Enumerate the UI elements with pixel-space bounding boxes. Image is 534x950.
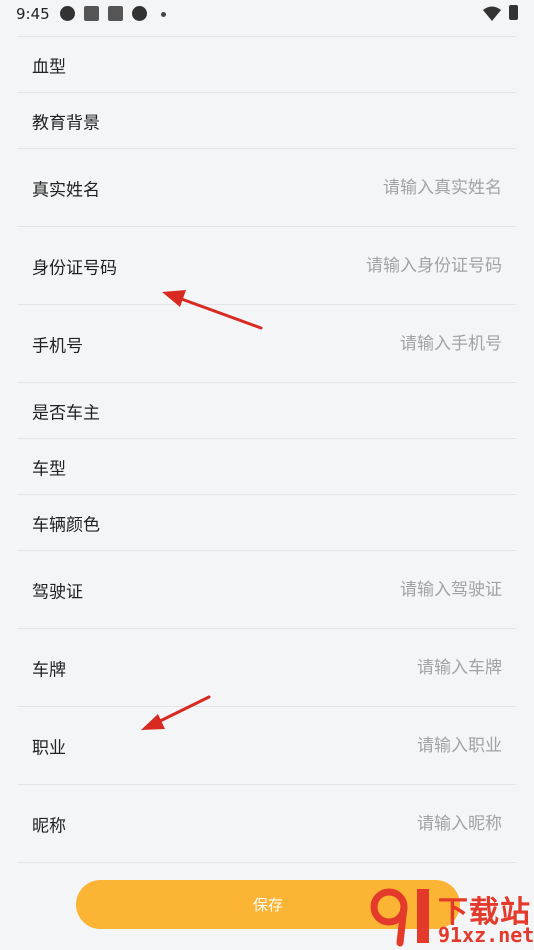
form-row-car-model[interactable]: 车型 bbox=[17, 439, 516, 495]
nickname-input[interactable] bbox=[242, 813, 502, 834]
form-row-real-name: 真实姓名 bbox=[17, 149, 516, 227]
blood-type-label: 血型 bbox=[32, 57, 66, 77]
plate-label: 车牌 bbox=[32, 660, 66, 680]
form-row-plate: 车牌 bbox=[17, 629, 516, 707]
more-notifications-dot-icon bbox=[161, 12, 166, 17]
occupation-input[interactable] bbox=[242, 735, 502, 756]
id-number-label: 身份证号码 bbox=[32, 258, 117, 278]
watermark-url: 91xz.net bbox=[438, 923, 534, 947]
status-time: 9:45 bbox=[16, 5, 50, 23]
form-row-id-number: 身份证号码 bbox=[17, 227, 516, 305]
form-row-phone: 手机号 bbox=[17, 305, 516, 383]
car-model-label: 车型 bbox=[32, 459, 66, 479]
occupation-label: 职业 bbox=[32, 738, 66, 758]
form-row-car-owner[interactable]: 是否车主 bbox=[17, 383, 516, 439]
status-bar: 9:45 bbox=[0, 0, 534, 28]
form-row-education[interactable]: 教育背景 bbox=[17, 93, 516, 149]
app-notification-icon bbox=[60, 6, 75, 21]
form-row-driver-license: 驾驶证 bbox=[17, 551, 516, 629]
battery-icon bbox=[509, 5, 518, 20]
watermark-logo bbox=[370, 888, 429, 947]
car-color-label: 车辆颜色 bbox=[32, 515, 100, 535]
wifi-icon bbox=[483, 6, 501, 21]
phone-label: 手机号 bbox=[32, 336, 83, 356]
real-name-label: 真实姓名 bbox=[32, 180, 100, 200]
plate-input[interactable] bbox=[242, 657, 502, 678]
phone-input[interactable] bbox=[242, 333, 502, 354]
profile-form: 血型 教育背景 真实姓名 身份证号码 手机号 是否车主 车型 车辆颜色 驾驶证 … bbox=[17, 36, 516, 863]
app-notification-icon bbox=[132, 6, 147, 21]
id-number-input[interactable] bbox=[242, 255, 502, 276]
square-notification-icon bbox=[108, 6, 123, 21]
education-label: 教育背景 bbox=[32, 113, 100, 133]
nickname-label: 昵称 bbox=[32, 816, 66, 836]
driver-license-label: 驾驶证 bbox=[32, 582, 83, 602]
square-notification-icon bbox=[84, 6, 99, 21]
form-row-car-color[interactable]: 车辆颜色 bbox=[17, 495, 516, 551]
form-row-occupation: 职业 bbox=[17, 707, 516, 785]
driver-license-input[interactable] bbox=[242, 579, 502, 600]
form-row-blood-type[interactable]: 血型 bbox=[17, 36, 516, 93]
car-owner-label: 是否车主 bbox=[32, 403, 100, 423]
form-row-nickname: 昵称 bbox=[17, 785, 516, 863]
real-name-input[interactable] bbox=[242, 177, 502, 198]
